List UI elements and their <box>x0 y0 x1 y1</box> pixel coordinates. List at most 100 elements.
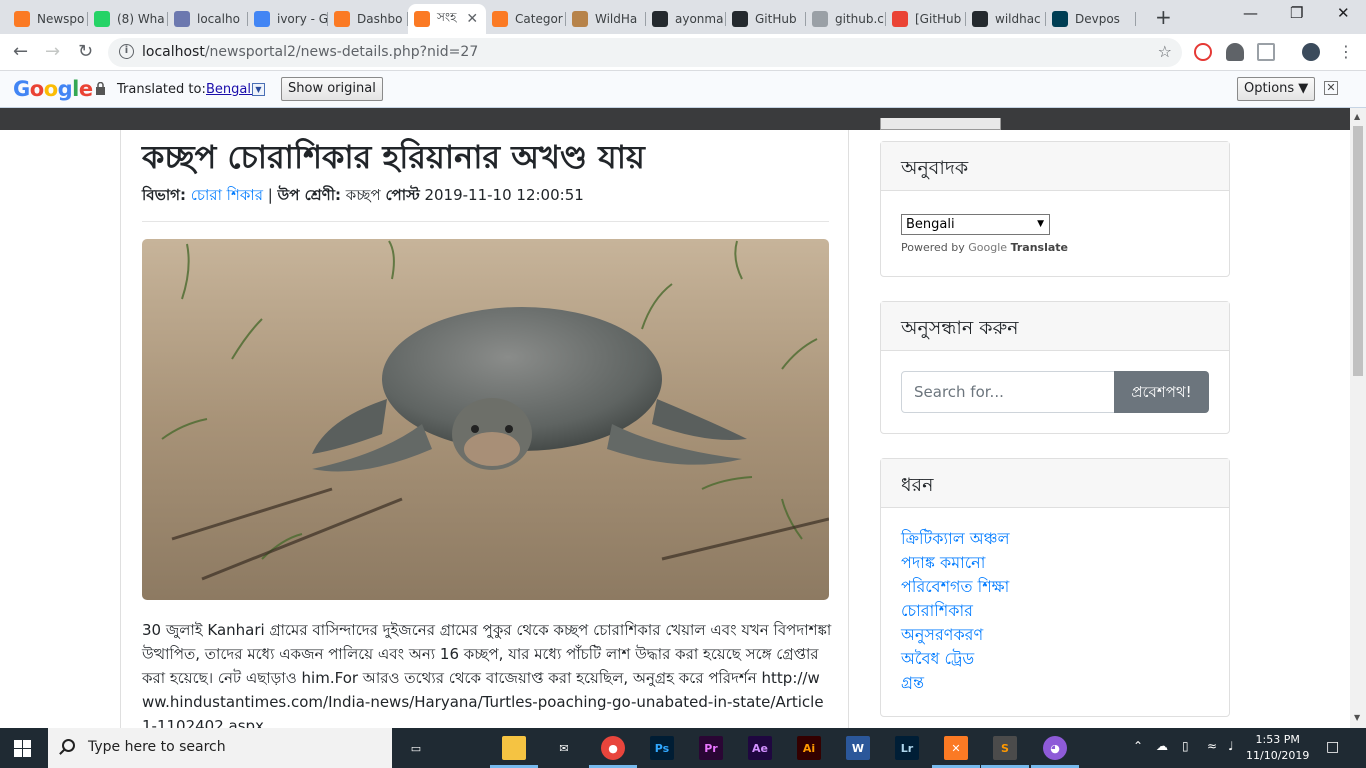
address-bar[interactable]: i localhost/newsportal2/news-details.php… <box>108 38 1182 67</box>
powered-by-google[interactable]: Powered by Google Translate <box>901 241 1068 254</box>
language-select[interactable]: Bengali ▼ <box>901 214 1050 235</box>
google-logo: Google <box>13 77 93 101</box>
search-input[interactable]: Search for... <box>901 371 1115 413</box>
google-icon <box>254 11 270 27</box>
category-item[interactable]: গ্রন্ত <box>901 671 1010 695</box>
phpmyadmin-icon <box>174 11 190 27</box>
illustrator-icon[interactable]: Ai <box>797 736 821 760</box>
posted-label: পোস্ট <box>385 186 420 204</box>
category-item[interactable]: পরিবেশগত শিক্ষা <box>901 575 1010 599</box>
browser-tab[interactable]: (8) Wha <box>88 4 168 34</box>
article-body: 30 জুলাই Kanhari গ্রামের বাসিন্দাদের দুই… <box>142 618 832 728</box>
browser-tab[interactable]: github.c <box>806 4 886 34</box>
onedrive-icon[interactable]: ☁ <box>1156 739 1168 753</box>
search-button[interactable]: প্রবেশপথ! <box>1114 371 1209 413</box>
browser-tab[interactable]: [GitHub <box>886 4 966 34</box>
extension-red-icon[interactable] <box>1194 43 1212 61</box>
github-icon <box>652 11 668 27</box>
volume-icon[interactable]: ♩ <box>1228 739 1234 753</box>
whatsapp-icon <box>94 11 110 27</box>
page-scrollbar[interactable]: ▲ ▼ <box>1350 108 1366 728</box>
xampp-icon[interactable]: ✕ <box>944 736 968 760</box>
tab-title: GitHub <box>755 12 797 26</box>
tab-title: Categor <box>515 12 563 26</box>
taskbar-clock[interactable]: 1:53 PM 11/10/2019 <box>1246 732 1309 764</box>
browser-tab[interactable]: Newspo <box>8 4 88 34</box>
browser-tab[interactable]: WildHa <box>566 4 646 34</box>
translated-to-label: Translated to: <box>117 82 206 97</box>
article-image <box>142 239 829 600</box>
search-icon <box>62 739 75 752</box>
category-item[interactable]: পদাঙ্ক কমানো <box>901 551 1010 575</box>
lightroom-icon[interactable]: Lr <box>895 736 919 760</box>
maximize-button[interactable]: ❐ <box>1290 4 1303 22</box>
lock-icon <box>96 82 105 95</box>
browser-tab[interactable]: localho <box>168 4 248 34</box>
bookmark-star-icon[interactable]: ☆ <box>1158 42 1172 61</box>
browser-tab[interactable]: wildhac <box>966 4 1046 34</box>
task-view-icon[interactable]: ▭ <box>404 736 428 760</box>
browser-tab[interactable]: ivory - G <box>248 4 328 34</box>
close-tab-icon[interactable]: ✕ <box>466 11 478 27</box>
translator-card: অনুবাদক Bengali ▼ Powered by Google Trans… <box>880 141 1230 277</box>
category-item[interactable]: ক্রিটিক্যাল অঞ্চল <box>901 527 1010 551</box>
after-effects-icon[interactable]: Ae <box>748 736 772 760</box>
file-explorer-icon[interactable] <box>502 736 526 760</box>
battery-icon[interactable]: ▯ <box>1182 739 1189 753</box>
article-body-text: 30 জুলাই Kanhari গ্রামের বাসিন্দাদের দুই… <box>142 621 832 687</box>
tray-chevron-icon[interactable]: ⌃ <box>1133 739 1143 753</box>
close-window-button[interactable]: ✕ <box>1337 4 1350 22</box>
notifications-icon[interactable]: □ <box>1326 739 1339 755</box>
globe-icon <box>812 11 828 27</box>
options-button[interactable]: Options ▼ <box>1237 77 1316 101</box>
tab-title: Newspo <box>37 12 85 26</box>
tab-title: (8) Wha <box>117 12 165 26</box>
photoshop-icon[interactable]: Ps <box>650 736 674 760</box>
show-original-button[interactable]: Show original <box>281 77 383 101</box>
cat-app-icon[interactable]: ◕ <box>1043 736 1067 760</box>
scroll-up-icon[interactable]: ▲ <box>1354 112 1360 121</box>
categories-title: ধরন <box>881 459 1229 508</box>
windows-start-icon[interactable] <box>14 740 31 757</box>
close-translate-icon[interactable]: ✕ <box>1324 81 1338 95</box>
select-arrow-icon: ▼ <box>1037 219 1044 229</box>
tab-title: সংহ <box>437 10 457 24</box>
category-link[interactable]: চোরা শিকার <box>191 186 263 204</box>
url-text[interactable]: localhost/newsportal2/news-details.php?n… <box>142 44 478 60</box>
mail-icon[interactable]: ✉ <box>552 736 576 760</box>
browser-tab[interactable]: সংহ ✕ <box>408 4 486 34</box>
info-icon[interactable]: i <box>119 44 134 59</box>
back-icon[interactable]: ← <box>13 41 28 62</box>
article-headline: কচ্ছপ চোরাশিকার হরিয়ানার অখণ্ড যায় <box>142 138 645 176</box>
cart-icon[interactable] <box>1257 43 1275 61</box>
browser-tab[interactable]: Dashbo <box>328 4 408 34</box>
reload-icon[interactable]: ↻ <box>78 41 93 62</box>
category-item[interactable]: চোরাশিকার <box>901 599 1010 623</box>
menu-icon[interactable]: ⋮ <box>1338 42 1354 61</box>
forward-icon[interactable]: → <box>45 41 60 62</box>
browser-tab[interactable]: GitHub <box>726 4 806 34</box>
tab-title: WildHa <box>595 12 638 26</box>
category-item[interactable]: অবৈধ ট্রেড <box>901 647 1010 671</box>
select-language-button[interactable] <box>880 118 1001 130</box>
browser-tab[interactable]: Devpos <box>1046 4 1136 34</box>
windows-taskbar: Type here to search ▭ ✉ ● Ps Pr Ae Ai W Lr ✕ S ◕ ⌃ … <box>0 728 1366 768</box>
minimize-button[interactable]: — <box>1243 4 1258 22</box>
word-icon[interactable]: W <box>846 736 870 760</box>
premiere-icon[interactable]: Pr <box>699 736 723 760</box>
scroll-down-icon[interactable]: ▼ <box>1354 713 1360 722</box>
browser-tab[interactable]: ayonma <box>646 4 726 34</box>
navbar-strip <box>0 108 1350 130</box>
new-tab-button[interactable]: + <box>1155 5 1172 29</box>
category-item[interactable]: অনুসরণকরণ <box>901 623 1010 647</box>
language-dropdown-icon[interactable]: ▼ <box>252 83 265 96</box>
translate-language-link[interactable]: Bengali <box>206 82 255 97</box>
wifi-icon[interactable]: ≈ <box>1207 739 1217 753</box>
sublime-icon[interactable]: S <box>993 736 1017 760</box>
profile-avatar[interactable] <box>1302 43 1320 61</box>
browser-tab[interactable]: Categor <box>486 4 566 34</box>
chrome-icon[interactable]: ● <box>601 736 625 760</box>
cloud-icon[interactable] <box>1226 43 1244 61</box>
scroll-thumb[interactable] <box>1353 126 1363 376</box>
taskbar-search-box[interactable]: Type here to search <box>48 728 392 768</box>
